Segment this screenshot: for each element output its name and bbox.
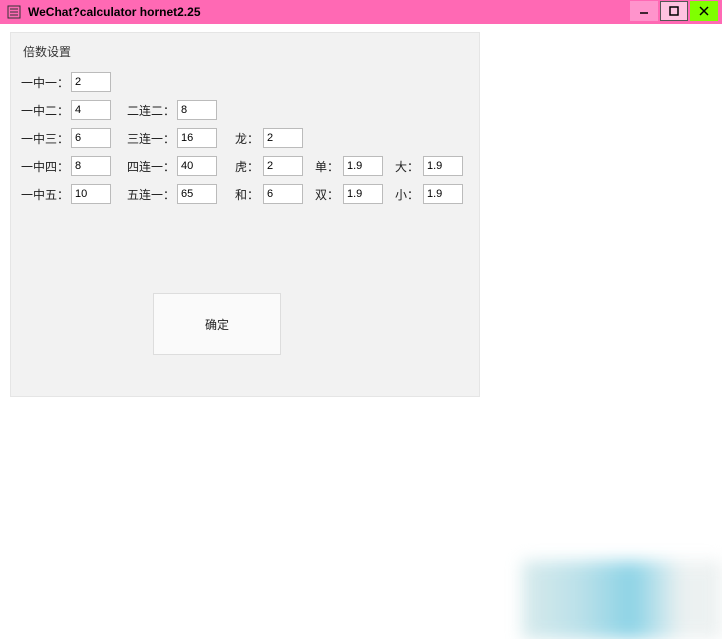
confirm-button-label: 确定: [205, 316, 229, 333]
minimize-button[interactable]: [630, 1, 658, 21]
window-controls: [628, 1, 718, 23]
input-wly[interactable]: [177, 184, 217, 204]
label-yzsi: 一中四：: [21, 158, 71, 175]
label-da: 大：: [393, 158, 423, 175]
label-he: 和：: [233, 186, 263, 203]
confirm-button[interactable]: 确定: [153, 293, 281, 355]
label-yze: 一中二：: [21, 102, 71, 119]
input-long[interactable]: [263, 128, 303, 148]
client-area: 倍数设置 一中一： 一中二： 二连二： 一中三：: [0, 24, 722, 639]
label-yzs: 一中三：: [21, 130, 71, 147]
input-sily[interactable]: [177, 156, 217, 176]
panel-title: 倍数设置: [19, 43, 471, 60]
maximize-button[interactable]: [660, 1, 688, 21]
input-yzs[interactable]: [71, 128, 111, 148]
label-ele: 二连二：: [127, 102, 177, 119]
input-yzy[interactable]: [71, 72, 111, 92]
label-shuang: 双：: [313, 186, 343, 203]
input-da[interactable]: [423, 156, 463, 176]
label-yzw: 一中五：: [21, 186, 71, 203]
row-1: 一中一：: [19, 68, 471, 96]
label-yzy: 一中一：: [21, 74, 71, 91]
input-sly[interactable]: [177, 128, 217, 148]
input-yzsi[interactable]: [71, 156, 111, 176]
label-hu: 虎：: [233, 158, 263, 175]
row-5: 一中五： 五连一： 和： 双： 小：: [19, 180, 471, 208]
input-yzw[interactable]: [71, 184, 111, 204]
row-2: 一中二： 二连二：: [19, 96, 471, 124]
label-sly: 三连一：: [127, 130, 177, 147]
label-dan: 单：: [313, 158, 343, 175]
multiplier-panel: 倍数设置 一中一： 一中二： 二连二： 一中三：: [10, 32, 480, 397]
window-title: WeChat?calculator hornet2.25: [28, 5, 628, 19]
label-long: 龙：: [233, 130, 263, 147]
close-button[interactable]: [690, 1, 718, 21]
row-4: 一中四： 四连一： 虎： 单： 大：: [19, 152, 471, 180]
label-xiao: 小：: [393, 186, 423, 203]
input-yze[interactable]: [71, 100, 111, 120]
label-sily: 四连一：: [127, 158, 177, 175]
input-he[interactable]: [263, 184, 303, 204]
input-xiao[interactable]: [423, 184, 463, 204]
input-hu[interactable]: [263, 156, 303, 176]
label-wly: 五连一：: [127, 186, 177, 203]
row-3: 一中三： 三连一： 龙：: [19, 124, 471, 152]
titlebar: WeChat?calculator hornet2.25: [0, 0, 722, 24]
app-icon: [6, 4, 22, 20]
input-shuang[interactable]: [343, 184, 383, 204]
input-dan[interactable]: [343, 156, 383, 176]
input-ele[interactable]: [177, 100, 217, 120]
decorative-blur: [522, 561, 722, 639]
